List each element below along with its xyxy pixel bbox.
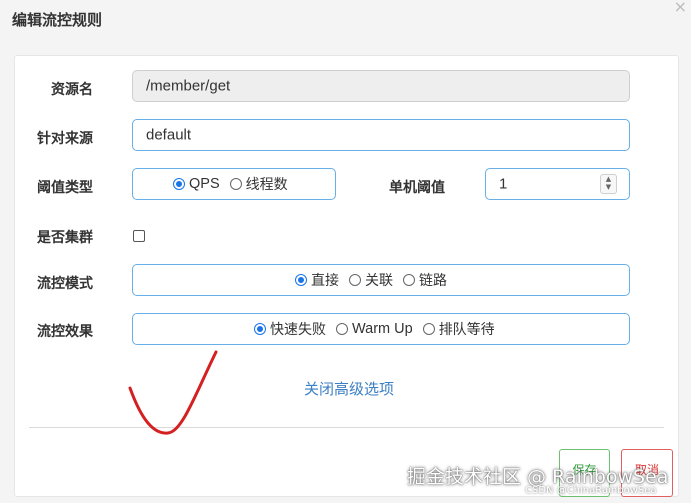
radio-thread-count[interactable]: 线程数 (229, 174, 288, 194)
radio-direct-label: 直接 (311, 273, 339, 289)
flow-mode-label: 流控模式 (37, 276, 93, 292)
cluster-checkbox[interactable] (133, 230, 145, 242)
radio-thread-count-indicator[interactable] (229, 178, 242, 190)
single-threshold-label: 单机阈值 (389, 180, 445, 196)
radio-direct-indicator[interactable] (295, 274, 307, 286)
threshold-type-group: QPS 线程数 (132, 168, 336, 200)
single-threshold-input[interactable]: 1 ▲ ▼ (485, 168, 630, 200)
radio-qps-indicator[interactable] (173, 178, 185, 190)
limit-app-label: 针对来源 (37, 131, 93, 147)
radio-qps-label: QPS (189, 176, 220, 192)
red-checkmark-annotation (128, 350, 218, 435)
resource-label: 资源名 (51, 82, 93, 98)
radio-chain-indicator[interactable] (403, 274, 415, 286)
radio-queue-wait-label: 排队等待 (438, 322, 495, 338)
resource-value: /member/get (146, 77, 231, 95)
close-icon[interactable]: × (674, 0, 687, 15)
dialog-title: 编辑流控规则 (12, 11, 103, 29)
radio-qps[interactable]: QPS (173, 176, 220, 192)
radio-warm-up-indicator[interactable] (336, 323, 348, 335)
radio-direct[interactable]: 直接 (295, 270, 339, 290)
resource-input: /member/get (132, 70, 630, 102)
single-threshold-value: 1 (499, 175, 508, 193)
cluster-label: 是否集群 (37, 230, 93, 246)
radio-fast-fail-label: 快速失败 (270, 322, 326, 338)
radio-chain-label: 链路 (419, 273, 447, 289)
radio-queue-wait[interactable]: 排队等待 (422, 319, 495, 339)
radio-fast-fail-indicator[interactable] (254, 323, 266, 335)
radio-thread-count-label: 线程数 (245, 177, 288, 193)
watermark-subtext: CSDN @ChinaRainbowSea (525, 485, 657, 496)
radio-relate[interactable]: 关联 (349, 270, 393, 290)
threshold-type-label: 阈值类型 (37, 180, 93, 196)
radio-warm-up-label: Warm Up (352, 321, 413, 337)
radio-relate-label: 关联 (365, 273, 393, 289)
radio-warm-up[interactable]: Warm Up (336, 321, 413, 337)
edit-flow-rule-dialog: 编辑流控规则 × 资源名 /member/get 针对来源 default 阈值… (0, 0, 691, 503)
spinner-arrows-icon[interactable]: ▲ ▼ (600, 174, 617, 194)
limit-app-value: default (146, 126, 192, 144)
radio-fast-fail[interactable]: 快速失败 (254, 319, 326, 339)
radio-queue-wait-indicator[interactable] (422, 323, 435, 335)
form-panel: 资源名 /member/get 针对来源 default 阈值类型 QPS 线程… (14, 55, 679, 497)
close-advanced-options-link[interactable]: 关闭高级选项 (304, 378, 394, 399)
radio-relate-indicator[interactable] (349, 274, 361, 286)
limit-app-input[interactable]: default (132, 119, 630, 151)
flow-mode-group: 直接 关联 链路 (132, 264, 630, 296)
flow-effect-label: 流控效果 (37, 324, 93, 340)
radio-chain[interactable]: 链路 (403, 270, 447, 290)
